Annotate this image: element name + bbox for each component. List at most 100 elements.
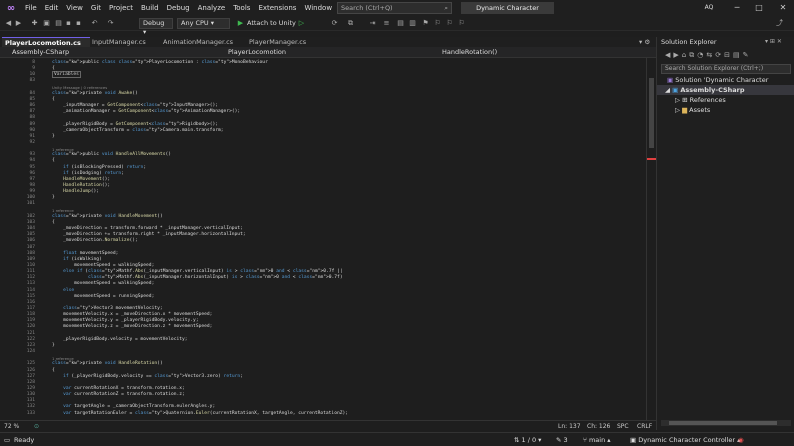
codelens-hint[interactable]: Unity Message | 0 references — [52, 85, 107, 90]
align-icon[interactable]: ≡ — [382, 19, 391, 28]
open-icon[interactable]: ▤ — [54, 19, 63, 28]
tab-playermanager[interactable]: PlayerManager.cs — [246, 37, 318, 47]
code-line[interactable]: movementVelocity.x = _moveDirection.x * … — [52, 312, 212, 317]
code-line[interactable]: movementSpeed = walkingSpeed; — [52, 281, 154, 286]
code-line[interactable]: _playerRigidBody = GetComponent<class="t… — [52, 122, 218, 127]
menu-analyze[interactable]: Analyze — [194, 0, 230, 16]
code-line[interactable]: _moveDirection = transform.forward * _in… — [52, 226, 243, 231]
code-line[interactable]: HandleMovement(); — [52, 177, 110, 182]
member-combo[interactable]: HandleRotation() — [432, 48, 642, 57]
code-line[interactable]: { — [52, 220, 55, 225]
code-line[interactable]: } — [52, 343, 55, 348]
notifications-icon[interactable]: ◉ — [738, 435, 744, 445]
menu-window[interactable]: Window — [300, 0, 336, 16]
settings-icon[interactable]: ✎ — [743, 51, 752, 59]
bookmark-next-icon[interactable]: ⚐ — [445, 19, 454, 28]
code-line[interactable]: movementSpeed = walkingSpeed; — [52, 263, 154, 268]
start-without-debugging-icon[interactable]: ▷ — [297, 19, 306, 28]
code-line[interactable]: var currentRotationX = transform.rotatio… — [52, 386, 185, 391]
type-combo[interactable]: PlayerLocomotion — [218, 48, 430, 57]
branch-selector[interactable]: ⑂ main ▴ — [583, 435, 611, 445]
code-line[interactable]: movementVelocity.y = _playerRigidBody.ve… — [52, 318, 199, 323]
code-line[interactable]: if (_playerRigidBody.velocity == class="… — [52, 374, 243, 379]
zoom-level[interactable]: 72 % — [4, 422, 19, 432]
menu-git[interactable]: Git — [87, 0, 105, 16]
menu-tools[interactable]: Tools — [229, 0, 254, 16]
code-line[interactable]: else if (class="ty">Mathf.Abs(_inputMana… — [52, 269, 343, 274]
bookmark-prev-icon[interactable]: ⚐ — [433, 19, 442, 28]
bookmark-clear-icon[interactable]: ⚐ — [457, 19, 466, 28]
code-line[interactable]: else — [52, 288, 74, 293]
code-line[interactable]: _inputManager = GetComponent<class="ty">… — [52, 103, 218, 108]
minimize-button[interactable]: ─ — [726, 0, 748, 16]
live-share-icon[interactable]: ⤴ — [775, 19, 784, 28]
menu-view[interactable]: View — [62, 0, 87, 16]
code-line[interactable]: movementSpeed = runningSpeed; — [52, 294, 154, 299]
scroll-thumb[interactable] — [669, 421, 777, 425]
se-horizontal-scrollbar[interactable] — [661, 420, 791, 426]
code-line[interactable]: } — [52, 195, 55, 200]
column-number[interactable]: Ch: 126 — [587, 422, 610, 432]
hot-reload-icon[interactable]: ⟳ — [330, 19, 339, 28]
show-all-files-icon[interactable]: ▤ — [733, 51, 743, 59]
account-avatar[interactable]: AQ — [700, 2, 718, 13]
menu-debug[interactable]: Debug — [163, 0, 194, 16]
browser-link-icon[interactable]: ⧉ — [346, 19, 355, 28]
maximize-button[interactable]: □ — [748, 0, 770, 16]
tab-playerlocomotion[interactable]: PlayerLocomotion.cs ⊞ ✕ — [2, 37, 90, 57]
new-project-icon[interactable]: ✚ — [30, 19, 39, 28]
code-line[interactable]: float movementSpeed; — [52, 251, 118, 256]
changes-status[interactable]: ✎ 3 — [556, 435, 568, 445]
code-line[interactable]: Variables — [52, 71, 81, 79]
code-line[interactable]: var targetAngle = _cameraObjectTransform… — [52, 404, 215, 409]
scroll-thumb[interactable] — [649, 78, 654, 148]
code-line[interactable]: _moveDirection.Normalize(); — [52, 238, 138, 243]
code-line[interactable]: class="kw">private void HandleMovement() — [52, 214, 163, 219]
save-all-icon[interactable]: ▪ — [74, 19, 83, 28]
code-line[interactable]: } — [52, 134, 55, 139]
undo-icon[interactable]: ↶ — [90, 19, 99, 28]
pending-changes-icon[interactable]: ◔ — [697, 51, 706, 59]
step-icon[interactable]: ⇥ — [368, 19, 377, 28]
codelens-hint[interactable]: 1 reference — [52, 208, 74, 213]
code-line[interactable]: class="ty">Vector3 movementVelocity; — [52, 306, 163, 311]
code-line[interactable]: if (isWalking) — [52, 257, 102, 262]
push-pull-status[interactable]: ⇅ 1 / 0 ▾ — [514, 435, 541, 445]
code-line[interactable]: _playerRigidBody.velocity = movementVelo… — [52, 337, 187, 342]
project-name-badge[interactable]: Dynamic Character Controller — [461, 2, 554, 24]
code-editor[interactable]: 8 class="kw">public class class="ty">Play… — [0, 58, 646, 420]
tree-item-assets[interactable]: ▷ ▆ Assets — [657, 105, 794, 115]
refresh-icon[interactable]: ⟳ — [715, 51, 724, 59]
bookmark-icon[interactable]: ⚑ — [421, 19, 430, 28]
editor-vertical-scrollbar[interactable] — [646, 58, 657, 420]
code-line[interactable]: class="kw">private void Awake() — [52, 91, 138, 96]
tree-item-references[interactable]: ▷ ⊞ References — [657, 95, 794, 105]
platform-select[interactable]: Any CPU ▾ — [177, 18, 230, 29]
code-line[interactable]: { — [52, 368, 55, 373]
code-line[interactable]: HandleJump(); — [52, 189, 99, 194]
tree-solution[interactable]: ▣ Solution 'Dynamic Character Controller… — [657, 75, 794, 94]
code-line[interactable]: HandleRotation(); — [52, 183, 110, 188]
configuration-select[interactable]: Debug ▾ — [139, 18, 173, 36]
tab-inputmanager[interactable]: InputManager.cs — [89, 37, 154, 47]
save-icon[interactable]: ▪ — [64, 19, 73, 28]
line-number[interactable]: Ln: 137 — [558, 422, 581, 432]
search-box[interactable]: Search (Ctrl+Q) ⌕ — [337, 2, 452, 14]
sync-icon[interactable]: ⇆ — [706, 51, 715, 59]
code-line[interactable]: class="kw">public class class="ty">Playe… — [52, 60, 268, 65]
code-line[interactable]: if (isBlockingPressed) return; — [52, 165, 146, 170]
menu-project[interactable]: Project — [105, 0, 137, 16]
code-line[interactable]: var currentRotationZ = transform.rotatio… — [52, 392, 185, 397]
code-line[interactable]: class="ty">Mathf.Abs(_inputManager.horiz… — [52, 275, 343, 280]
collapse-chevron-icon[interactable]: ▷ — [675, 106, 680, 114]
forward-icon[interactable]: ▶ — [673, 51, 681, 59]
code-line[interactable]: class="kw">public void HandleAllMovement… — [52, 152, 171, 157]
code-line[interactable]: { — [52, 158, 55, 163]
menu-file[interactable]: File — [21, 0, 41, 16]
new-item-icon[interactable]: ▣ — [42, 19, 51, 28]
uncomment-icon[interactable]: ▥ — [408, 19, 417, 28]
code-line[interactable]: _animationManager = GetComponent<class="… — [52, 109, 240, 114]
redo-icon[interactable]: ↷ — [106, 19, 115, 28]
repository-selector[interactable]: ▣ Dynamic Character Controller ▴ — [630, 435, 740, 445]
tab-overflow-icon[interactable]: ▾ ⚙ — [636, 37, 656, 47]
